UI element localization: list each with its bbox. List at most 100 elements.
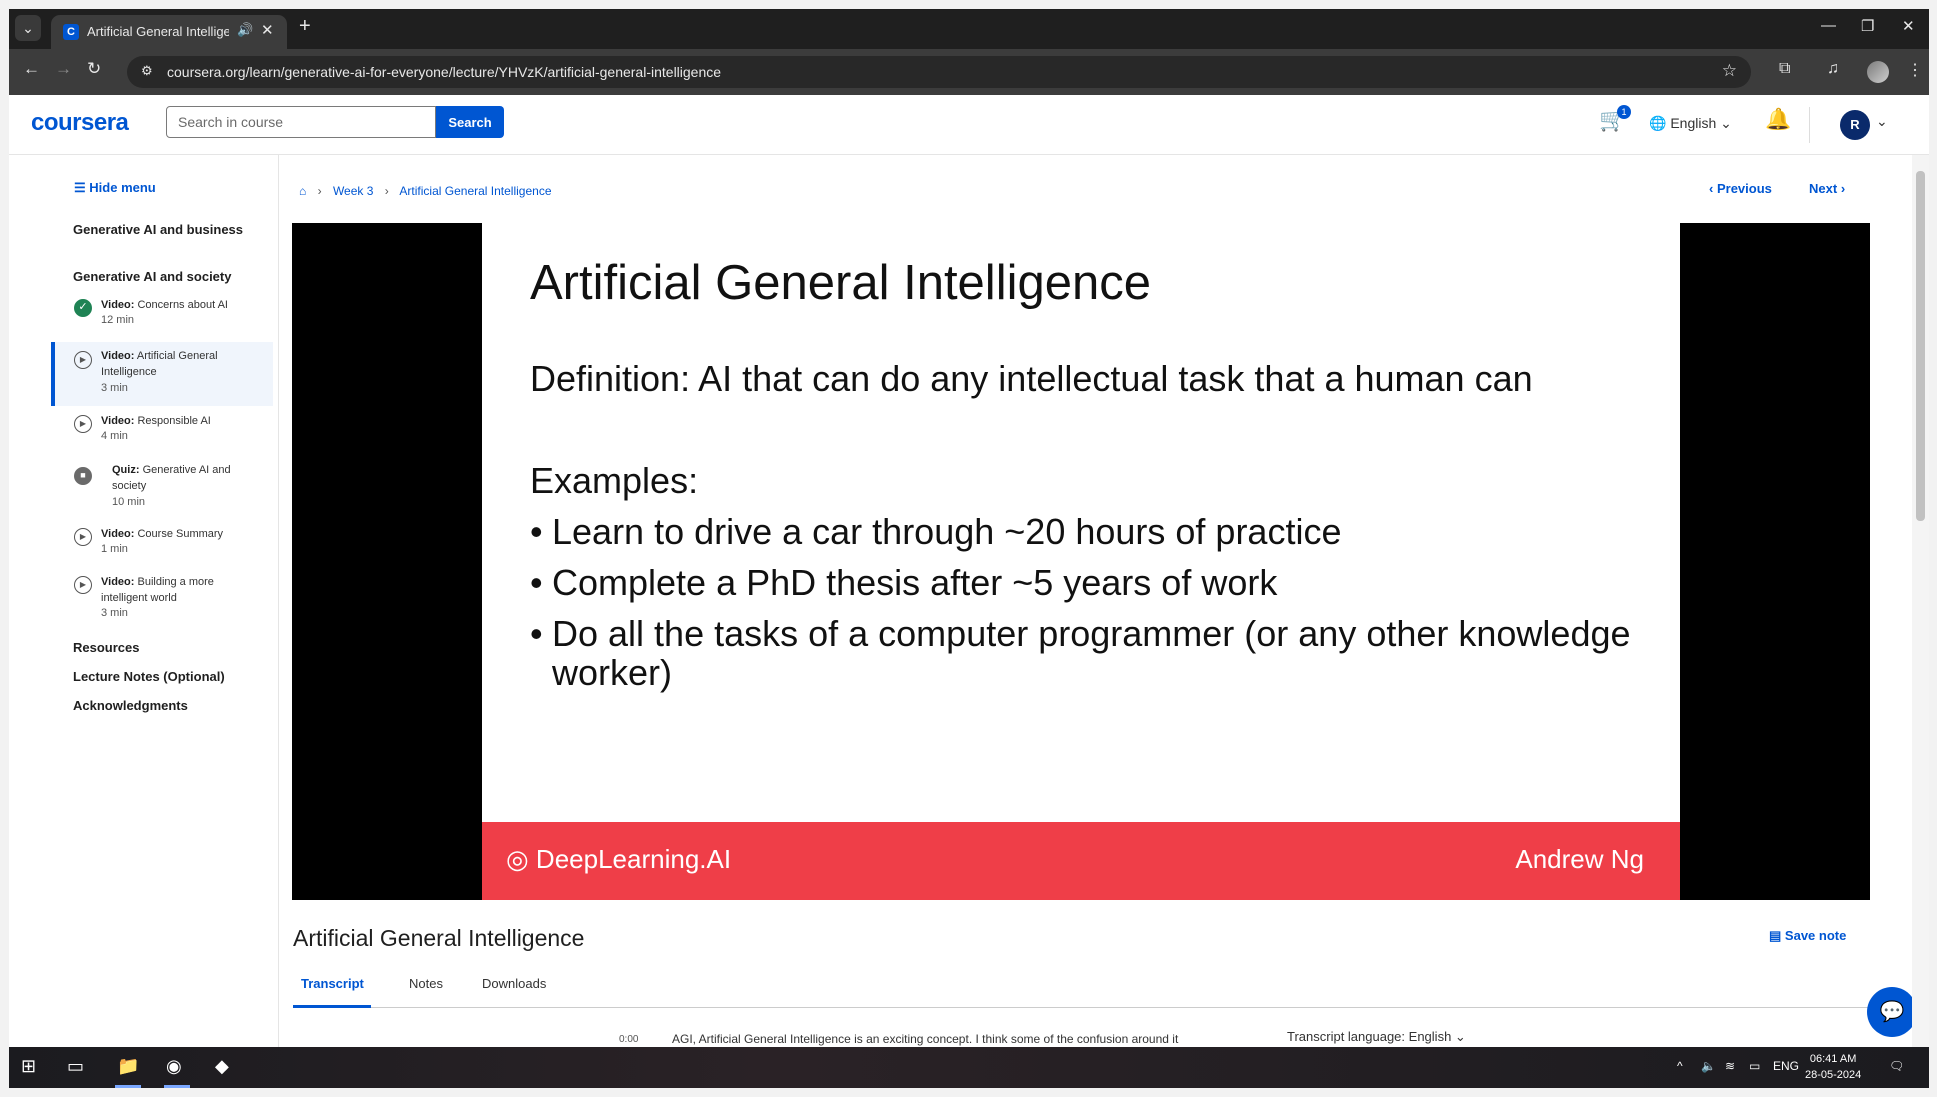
- section-generative-ai-business[interactable]: Generative AI and business: [73, 221, 263, 239]
- slide-author: Andrew Ng: [1515, 844, 1644, 874]
- chrome-profile-icon[interactable]: [1867, 61, 1889, 83]
- coursera-favicon-icon: C: [63, 24, 79, 40]
- windows-start-icon[interactable]: ⊞: [21, 1056, 36, 1077]
- play-circle-icon: ▶: [74, 415, 92, 433]
- wifi-icon[interactable]: ≋: [1725, 1059, 1735, 1073]
- sidebar-item-building-intelligent-world[interactable]: ▶ Video: Building a more intelligent wor…: [51, 574, 273, 630]
- input-language[interactable]: ENG: [1773, 1059, 1799, 1073]
- running-indicator: [115, 1085, 141, 1088]
- chat-help-icon[interactable]: 💬: [1867, 987, 1917, 1037]
- previous-button[interactable]: ‹ Previous: [1709, 181, 1772, 196]
- sidebar-lecture-notes[interactable]: Lecture Notes (Optional): [73, 668, 263, 686]
- tab-notes[interactable]: Notes: [409, 976, 443, 991]
- chrome-icon[interactable]: ◉: [166, 1056, 182, 1077]
- minimize-icon[interactable]: —: [1821, 17, 1836, 34]
- avatar-chevron-down-icon[interactable]: ⌄: [1876, 113, 1888, 130]
- slide-footer: ◎ DeepLearning.AI Andrew Ng: [482, 822, 1680, 900]
- hide-menu-label: Hide menu: [89, 180, 156, 195]
- transcript-language-value: English: [1408, 1029, 1452, 1044]
- next-label: Next: [1809, 181, 1838, 196]
- breadcrumb-current[interactable]: Artificial General Intelligence: [399, 184, 551, 198]
- language-label: English: [1670, 115, 1717, 131]
- chrome-menu-icon[interactable]: ⋮: [1907, 60, 1923, 80]
- sidebar-item-responsible-ai[interactable]: ▶ Video: Responsible AI 4 min: [51, 413, 273, 453]
- slide-bullet: • Learn to drive a car through ~20 hours …: [530, 511, 1342, 552]
- item-label: Video: Course Summary: [101, 528, 224, 540]
- battery-icon[interactable]: ▭: [1749, 1059, 1760, 1073]
- item-label: Video: Concerns about AI: [101, 299, 228, 311]
- window-close-icon[interactable]: ✕: [1902, 17, 1915, 35]
- sidebar-item-course-summary[interactable]: ▶ Video: Course Summary 1 min: [51, 526, 273, 566]
- back-icon[interactable]: ←: [23, 59, 40, 79]
- tab-search-icon[interactable]: ⌄: [15, 15, 41, 41]
- browser-tab[interactable]: C Artificial General Intelligence 🔊 ✕: [51, 15, 287, 49]
- audio-playing-icon[interactable]: 🔊: [237, 22, 253, 38]
- sidebar-item-artificial-general-intelligence[interactable]: ▶ Video: Artificial General Intelligence…: [51, 342, 273, 406]
- next-button[interactable]: Next ›: [1809, 181, 1845, 196]
- item-label: Quiz: Generative AI and society: [112, 464, 231, 492]
- sidebar-acknowledgments[interactable]: Acknowledgments: [73, 697, 263, 715]
- tab-downloads[interactable]: Downloads: [482, 976, 546, 991]
- play-circle-icon: ▶: [74, 351, 92, 369]
- coursera-logo[interactable]: coursera: [31, 109, 129, 137]
- item-label: Video: Building a more intelligent world: [101, 576, 214, 604]
- deeplearning-swirl-icon: ◎: [506, 844, 529, 874]
- video-player[interactable]: Artificial General Intelligence Definiti…: [292, 223, 1870, 900]
- screen: ⌄ C Artificial General Intelligence 🔊 ✕ …: [9, 9, 1929, 1088]
- tab-close-icon[interactable]: ✕: [261, 21, 274, 39]
- clock-date: 28-05-2024: [1805, 1069, 1862, 1081]
- breadcrumb: ⌂ › Week 3 › Artificial General Intellig…: [299, 184, 552, 198]
- url-text[interactable]: coursera.org/learn/generative-ai-for-eve…: [167, 64, 721, 80]
- sidebar-resources[interactable]: Resources: [73, 639, 263, 657]
- item-label: Video: Responsible AI: [101, 415, 211, 427]
- browser-toolbar: ← → ↻ ⚙ coursera.org/learn/generative-ai…: [9, 49, 1929, 95]
- file-explorer-icon[interactable]: 📁: [117, 1056, 139, 1077]
- lecture-tabs: Transcript Notes Downloads: [293, 964, 1876, 1008]
- save-note-button[interactable]: ▤ Save note: [1769, 928, 1846, 944]
- search-button[interactable]: Search: [436, 106, 504, 138]
- git-app-icon[interactable]: ◆: [215, 1056, 229, 1077]
- transcript-line[interactable]: AGI, Artificial General Intelligence is …: [672, 1032, 1178, 1046]
- course-search-input[interactable]: [166, 106, 436, 138]
- hide-menu-button[interactable]: ☰ Hide menu: [74, 180, 156, 196]
- slide-definition: Definition: AI that can do any intellect…: [530, 358, 1533, 399]
- notification-center-icon[interactable]: 🗨: [1889, 1059, 1904, 1073]
- section-generative-ai-society[interactable]: Generative AI and society: [73, 268, 263, 286]
- forward-icon[interactable]: →: [55, 59, 72, 79]
- notifications-bell-icon[interactable]: 🔔: [1765, 108, 1791, 132]
- address-bar[interactable]: ⚙ coursera.org/learn/generative-ai-for-e…: [127, 56, 1751, 88]
- tab-transcript[interactable]: Transcript: [301, 976, 364, 991]
- play-circle-icon: ▶: [74, 528, 92, 546]
- item-duration: 12 min: [101, 314, 135, 326]
- language-selector[interactable]: 🌐 English ⌄: [1649, 115, 1732, 132]
- lock-icon: ■: [74, 467, 92, 485]
- new-tab-icon[interactable]: +: [299, 15, 311, 38]
- reload-icon[interactable]: ↻: [87, 59, 101, 79]
- media-control-icon[interactable]: ♫: [1827, 60, 1839, 78]
- transcript-timestamp[interactable]: 0:00: [619, 1034, 638, 1045]
- task-view-icon[interactable]: ▭: [67, 1056, 84, 1077]
- browser-tab-strip: ⌄ C Artificial General Intelligence 🔊 ✕ …: [9, 9, 1929, 49]
- system-clock[interactable]: 06:41 AM 28-05-2024: [1805, 1051, 1861, 1083]
- site-info-icon[interactable]: ⚙: [141, 63, 153, 79]
- home-icon[interactable]: ⌂: [299, 184, 306, 198]
- slide-bullet: • Do all the tasks of a computer programm…: [530, 613, 1631, 693]
- sidebar-item-concerns-about-ai[interactable]: ✓ Video: Concerns about AI 12 min: [51, 297, 273, 337]
- lecture-title: Artificial General Intelligence: [293, 925, 585, 951]
- volume-icon[interactable]: 🔈: [1701, 1059, 1716, 1073]
- tray-expand-icon[interactable]: ^: [1677, 1059, 1683, 1073]
- item-duration: 3 min: [101, 382, 128, 394]
- item-duration: 3 min: [101, 607, 128, 619]
- sidebar-item-quiz-generative-ai-society[interactable]: ■ Quiz: Generative AI and society 10 min: [51, 462, 273, 518]
- slide-examples-heading: Examples:: [530, 460, 699, 501]
- transcript-language-label: Transcript language:: [1287, 1029, 1406, 1044]
- user-avatar[interactable]: R: [1840, 110, 1870, 140]
- previous-label: Previous: [1716, 181, 1772, 196]
- transcript-language-selector[interactable]: Transcript language: English ⌄: [1287, 1029, 1466, 1045]
- bookmark-star-icon[interactable]: ☆: [1722, 61, 1737, 81]
- item-duration: 1 min: [101, 543, 128, 555]
- scrollbar-thumb[interactable]: [1916, 171, 1925, 521]
- breadcrumb-week[interactable]: Week 3: [333, 184, 373, 198]
- extensions-icon[interactable]: ⧉: [1779, 60, 1790, 78]
- restore-icon[interactable]: ❐: [1861, 17, 1874, 35]
